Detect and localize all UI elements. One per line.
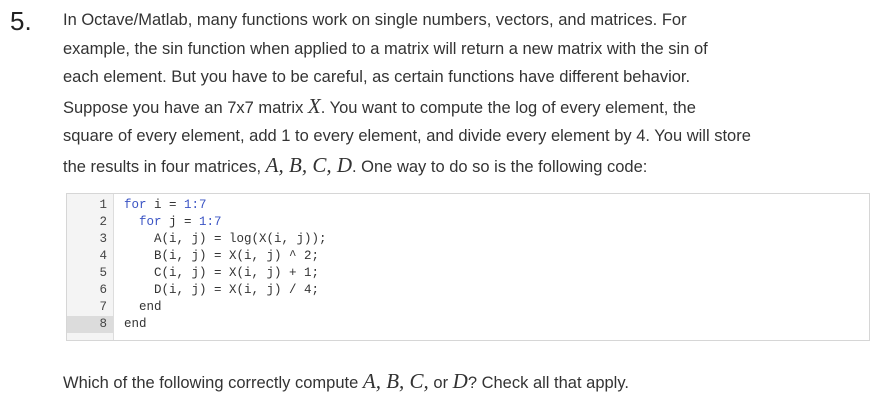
code-block: 1 2 3 4 5 6 7 8 for i = 1:7 for j = 1:7 … [66, 193, 870, 341]
math-abc: A, B, C, [362, 369, 429, 393]
code-line-2: for j = 1:7 [124, 214, 222, 231]
code-line-8: end [124, 317, 147, 331]
keyword: for [124, 198, 147, 212]
line-number: 3 [99, 232, 107, 246]
math-abcd: A, B, C, D [265, 152, 352, 177]
line-number-gutter: 1 2 3 4 5 6 7 8 [67, 194, 114, 340]
intro-line-1: In Octave/Matlab, many functions work on… [63, 11, 687, 29]
code-line-5: C(i, j) = X(i, j) + 1; [124, 266, 320, 280]
code-line-7: end [124, 300, 162, 314]
question-text: Which of the following correctly compute [63, 374, 363, 392]
question-tail: ? Check all that apply. [467, 374, 629, 392]
intro-line-4-rest: . You want to compute the log of every e… [320, 98, 696, 117]
line-number: 1 [99, 198, 107, 212]
intro-line-6: the results in four matrices, A, B, C, D… [63, 151, 883, 182]
intro-line-4-text: Suppose you have an 7x7 matrix [63, 98, 308, 117]
intro-line-3: each element. But you have to be careful… [63, 68, 691, 87]
line-number: 7 [99, 300, 107, 314]
code-number: 1:7 [184, 198, 207, 212]
math-x: X [307, 93, 321, 118]
line-number: 5 [99, 266, 107, 280]
code-line-3: A(i, j) = log(X(i, j)); [124, 232, 327, 246]
intro-line-2: example, the sin function when applied t… [63, 39, 708, 58]
question-or: or [428, 374, 453, 392]
line-number: 2 [99, 215, 107, 229]
code-line-4: B(i, j) = X(i, j) ^ 2; [124, 249, 320, 263]
question-prompt: Which of the following correctly compute… [63, 367, 629, 397]
math-d: D [452, 369, 468, 393]
intro-line-6-text: the results in four matrices, [63, 157, 266, 176]
code-line-1: for i = 1:7 [124, 197, 207, 214]
line-number-active: 8 [67, 316, 113, 334]
code-number: 1:7 [199, 215, 222, 229]
keyword: for [139, 215, 162, 229]
intro-line-5: square of every element, add 1 to every … [63, 127, 751, 146]
code-text: i = [146, 198, 185, 212]
intro-line-4: Suppose you have an 7x7 matrix X. You wa… [63, 92, 883, 123]
intro-line-6-rest: . One way to do so is the following code… [352, 157, 648, 176]
line-number: 6 [99, 283, 107, 297]
question-intro: In Octave/Matlab, many functions work on… [63, 6, 883, 182]
line-number: 4 [99, 249, 107, 263]
question-number: 5. [10, 6, 32, 36]
code-text: j = [161, 215, 200, 229]
code-line-6: D(i, j) = X(i, j) / 4; [124, 283, 320, 297]
